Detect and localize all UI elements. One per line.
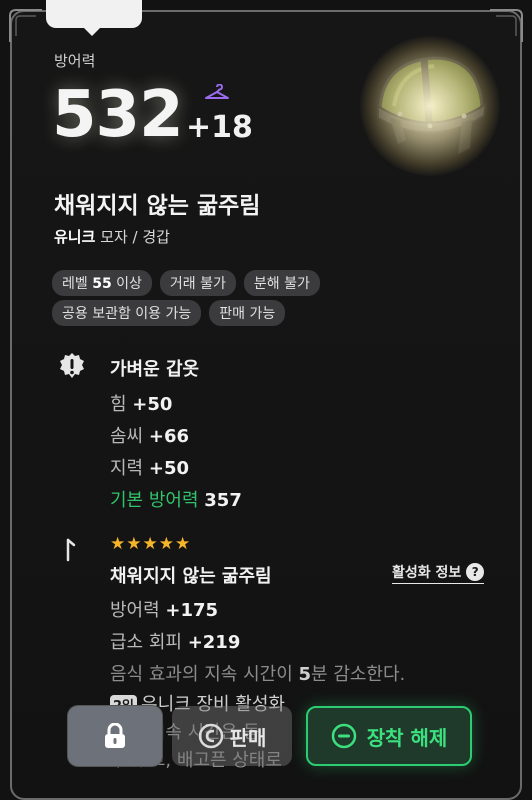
defense-bonus: +18 xyxy=(186,110,253,145)
flag-icon xyxy=(66,538,76,562)
question-icon: ? xyxy=(466,563,485,581)
stat-intelligence-label: 지력 xyxy=(110,458,144,479)
stat-strength-label: 힘 xyxy=(110,394,127,415)
chip-shared-storage: 공용 보관함 이용 가능 xyxy=(52,300,202,326)
stat-strength: 힘 +50 xyxy=(110,390,172,416)
armor-type-title: 가벼운 갑옷 xyxy=(110,359,200,380)
item-image xyxy=(360,36,500,176)
unequip-button[interactable]: 장착 해제 xyxy=(306,706,472,766)
lock-button[interactable] xyxy=(68,706,162,766)
set-stat-evasion-label: 급소 회피 xyxy=(110,632,182,653)
stat-base-defense: 기본 방어력 357 xyxy=(110,486,242,512)
stat-strength-value: +50 xyxy=(132,394,173,415)
set-stat-defense: 방어력 +175 xyxy=(110,596,218,622)
stat-intelligence-value: +50 xyxy=(148,458,189,479)
lock-icon xyxy=(105,723,125,748)
corner-ornament-top-left xyxy=(9,9,42,42)
set-title: 채워지지 않는 굶주림 xyxy=(110,566,272,587)
set-stat-evasion-value: +219 xyxy=(187,632,241,653)
item-type: 유니크 모자 / 경갑 xyxy=(54,226,170,247)
coin-icon xyxy=(198,723,223,749)
item-grade: 유니크 xyxy=(54,228,96,246)
stat-base-defense-label: 기본 방어력 xyxy=(110,490,199,511)
defense-label: 방어력 xyxy=(54,52,96,70)
item-name: 채워지지 않는 굶주림 xyxy=(54,193,261,219)
stat-dexterity: 솜씨 +66 xyxy=(110,422,189,448)
top-tab[interactable] xyxy=(46,0,142,36)
stat-intelligence: 지력 +50 xyxy=(110,454,189,480)
stat-dexterity-label: 솜씨 xyxy=(110,426,144,447)
chip-sellable: 판매 가능 xyxy=(209,300,286,326)
chip-trade: 거래 불가 xyxy=(159,270,236,296)
set-stat-evasion: 급소 회피 +219 xyxy=(110,628,240,654)
activation-info-label: 활성화 정보 xyxy=(392,565,462,581)
set-desc-food-suffix: 분 감소한다. xyxy=(311,664,406,685)
chip-level-value: 55 xyxy=(92,276,112,292)
alert-badge-icon xyxy=(60,353,84,378)
chip-level-suffix: 이상 xyxy=(116,276,142,292)
chip-level: 레벨 55 이상 xyxy=(52,270,152,296)
tag-row-2: 공용 보관함 이용 가능 판매 가능 xyxy=(52,300,472,326)
set-stat-defense-label: 방어력 xyxy=(110,600,160,621)
item-glow xyxy=(360,36,500,176)
hanger-icon xyxy=(205,84,229,99)
stat-base-defense-value: 357 xyxy=(204,490,242,511)
set-stars: ★★★★★ xyxy=(110,534,192,554)
minus-circle-icon xyxy=(331,723,356,749)
activation-info-link[interactable]: 활성화 정보 ? xyxy=(392,562,485,584)
defense-value: 532 xyxy=(52,78,184,152)
set-desc-food-value: 5 xyxy=(298,664,312,685)
sell-button[interactable]: 판매 xyxy=(172,706,292,766)
set-desc-food-prefix: 음식 효과의 지속 시간이 xyxy=(110,664,293,685)
stat-dexterity-value: +66 xyxy=(148,426,189,447)
sell-button-label: 판매 xyxy=(229,725,267,750)
unequip-button-label: 장착 해제 xyxy=(366,725,448,750)
chip-level-prefix: 레벨 xyxy=(62,276,88,292)
tag-row-1: 레벨 55 이상 거래 불가 분해 불가 xyxy=(52,270,472,296)
set-desc-food: 음식 효과의 지속 시간이 5분 감소한다. xyxy=(110,660,405,686)
set-stat-defense-value: +175 xyxy=(165,600,219,621)
chip-disassemble: 분해 불가 xyxy=(243,270,320,296)
item-category: 모자 / 경갑 xyxy=(100,228,170,246)
